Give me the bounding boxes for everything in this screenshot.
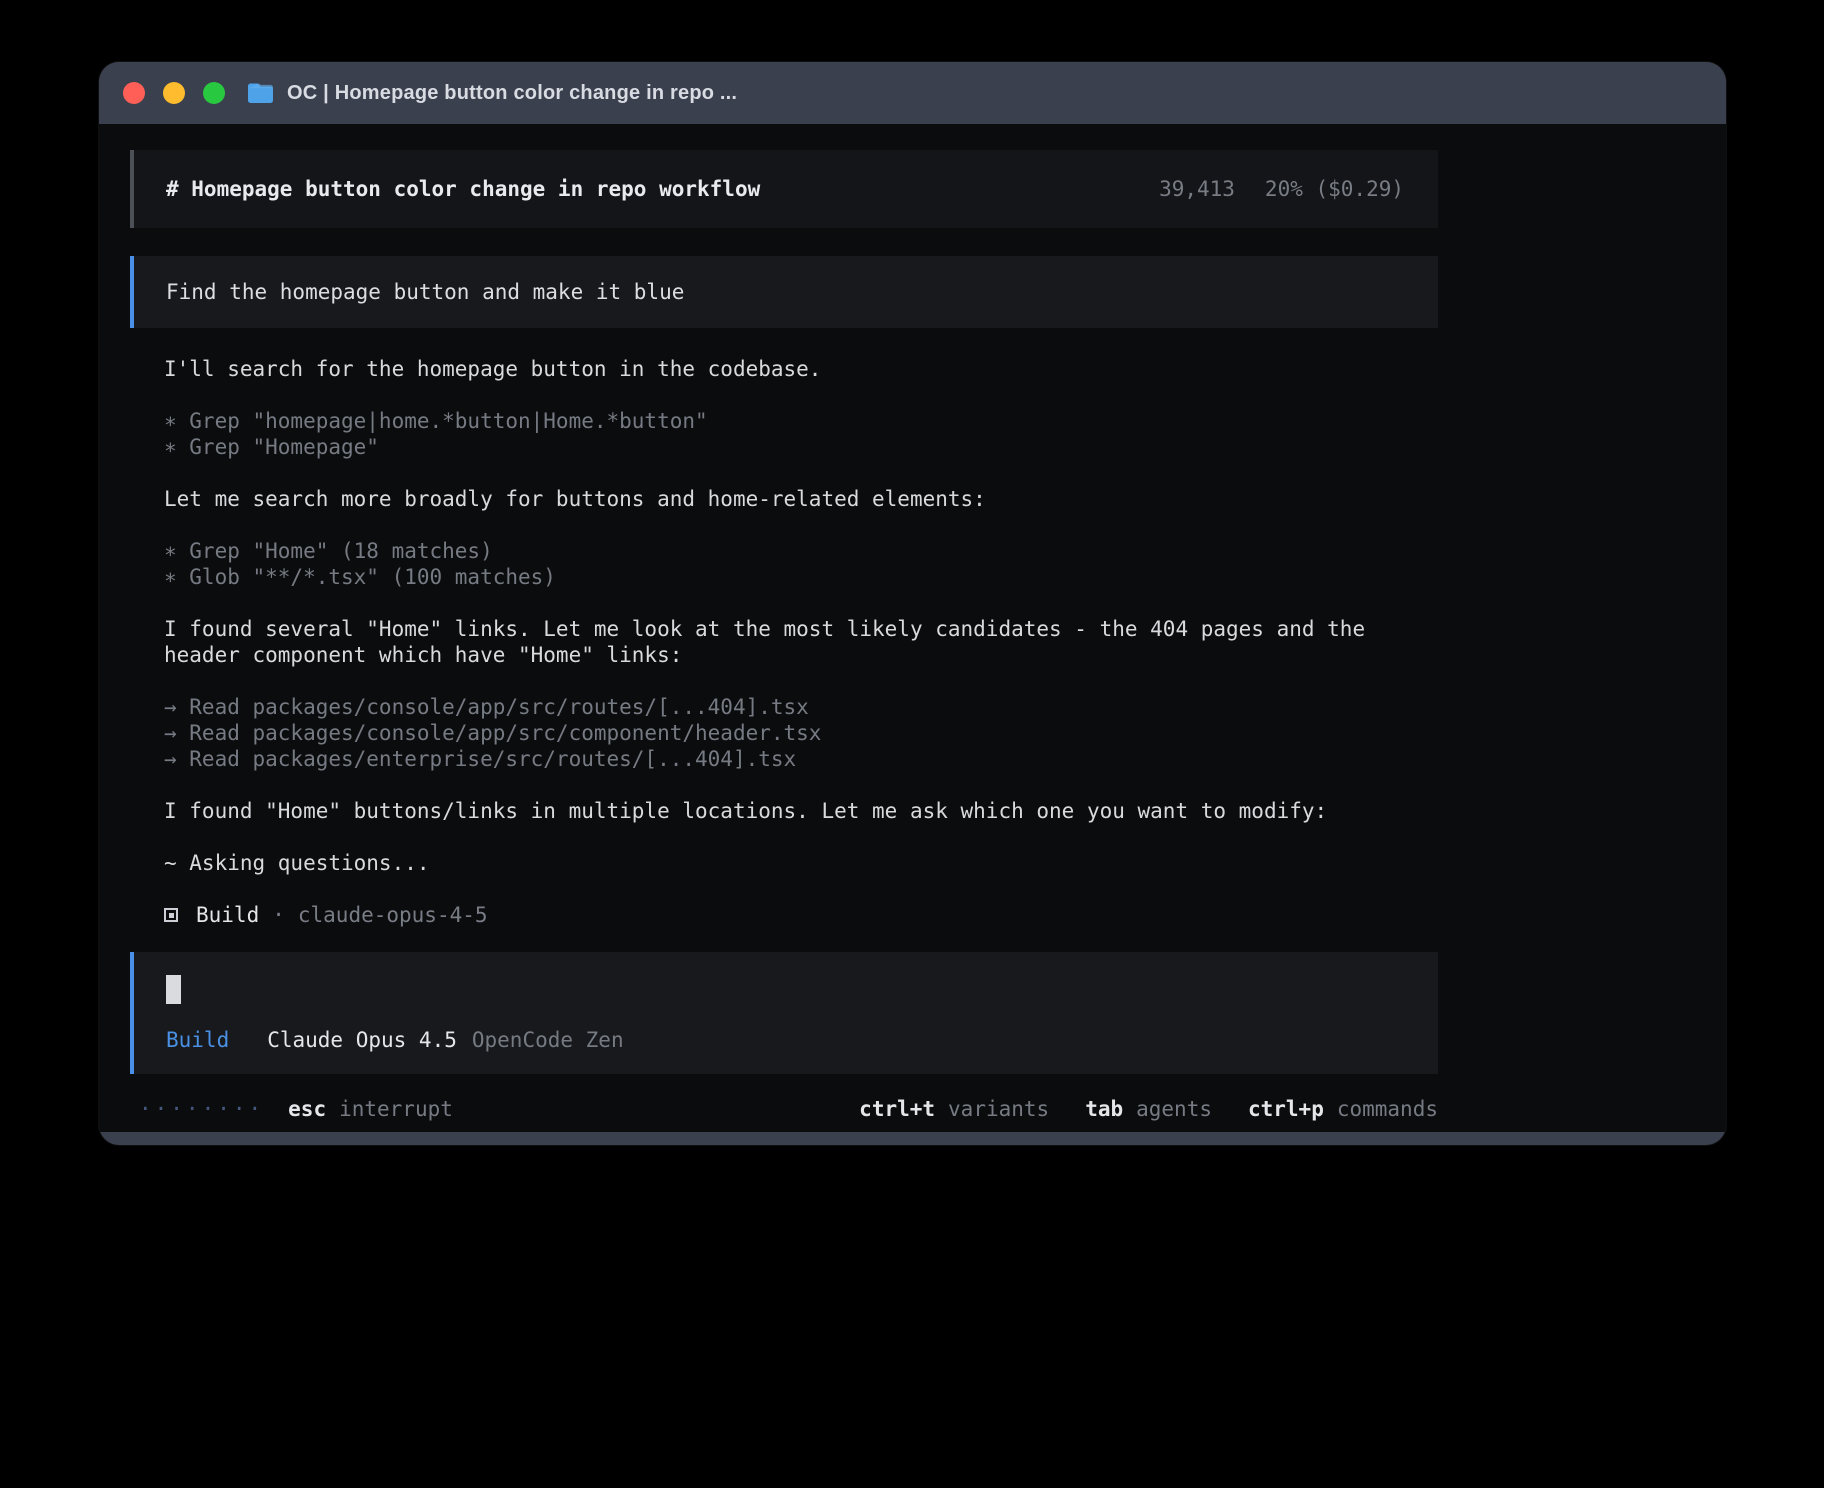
hint-commands: ctrl+p commands [1248,1096,1438,1122]
tool-call-list: ∗ Grep "homepage|home.*button|Home.*butt… [164,408,1404,460]
tool-call-list: → Read packages/console/app/src/routes/[… [164,694,1404,772]
close-button[interactable] [123,82,145,104]
zoom-button[interactable] [203,82,225,104]
hint-label: agents [1136,1097,1212,1121]
agent-name: Build [196,902,259,928]
titlebar[interactable]: OC | Homepage button color change in rep… [99,62,1726,124]
assistant-message: I'll search for the homepage button in t… [164,356,1404,382]
token-count: 39,413 [1159,176,1235,202]
status-bar: ········ esc interrupt ctrl+t variants tab… [130,1096,1438,1122]
hint-label: interrupt [339,1097,453,1121]
session-content: # Homepage button color change in repo w… [130,150,1438,1122]
user-message: Find the homepage button and make it blu… [130,256,1438,328]
hint-label: commands [1337,1097,1438,1121]
input-agent-label: Build [166,1027,229,1053]
agent-separator: · [272,902,285,928]
text-cursor [166,975,181,1004]
titlebar-title-group: OC | Homepage button color change in rep… [247,82,737,105]
terminal-viewport[interactable]: # Homepage button color change in repo w… [99,124,1726,1132]
traffic-lights [123,82,225,104]
transcript: I'll search for the homepage button in t… [164,356,1438,928]
folder-icon [247,82,274,104]
assistant-message: I found "Home" buttons/links in multiple… [164,798,1404,824]
assistant-status-message: ~ Asking questions... [164,850,1404,876]
session-header: # Homepage button color change in repo w… [130,150,1438,228]
session-title: # Homepage button color change in repo w… [166,176,760,202]
input-model-label: Claude Opus 4.5 [267,1027,457,1053]
assistant-message: I found several "Home" links. Let me loo… [164,616,1404,668]
hint-label: variants [948,1097,1049,1121]
spinner-dots-icon: ········ [139,1096,264,1122]
hint-key: tab [1085,1097,1123,1121]
window-title: OC | Homepage button color change in rep… [287,82,737,105]
desktop: { "window": { "title": "OC | Homepage bu… [0,0,1824,1488]
hint-agents: tab agents [1085,1096,1212,1122]
hint-interrupt: esc interrupt [288,1096,453,1122]
hint-key: ctrl+p [1248,1097,1324,1121]
context-usage: 20% ($0.29) [1265,176,1404,202]
hint-variants: ctrl+t variants [859,1096,1049,1122]
square-in-square-icon [164,908,178,922]
assistant-message: Let me search more broadly for buttons a… [164,486,1404,512]
session-stats: 39,413 20% ($0.29) [1159,176,1404,202]
input-provider-label: OpenCode Zen [472,1027,624,1053]
agent-status: Build · claude-opus-4-5 [164,902,1438,928]
prompt-input[interactable]: Build Claude Opus 4.5 OpenCode Zen [130,952,1438,1074]
agent-model: claude-opus-4-5 [298,902,488,928]
input-meta: Build Claude Opus 4.5 OpenCode Zen [166,1027,1406,1053]
hint-key: esc [288,1097,326,1121]
terminal-window: OC | Homepage button color change in rep… [99,62,1726,1145]
right-hints: ctrl+t variants tab agents ctrl+p commands [859,1096,1438,1122]
hint-key: ctrl+t [859,1097,935,1121]
minimize-button[interactable] [163,82,185,104]
user-message-text: Find the homepage button and make it blu… [166,280,684,304]
tool-call-list: ∗ Grep "Home" (18 matches) ∗ Glob "**/*.… [164,538,1404,590]
